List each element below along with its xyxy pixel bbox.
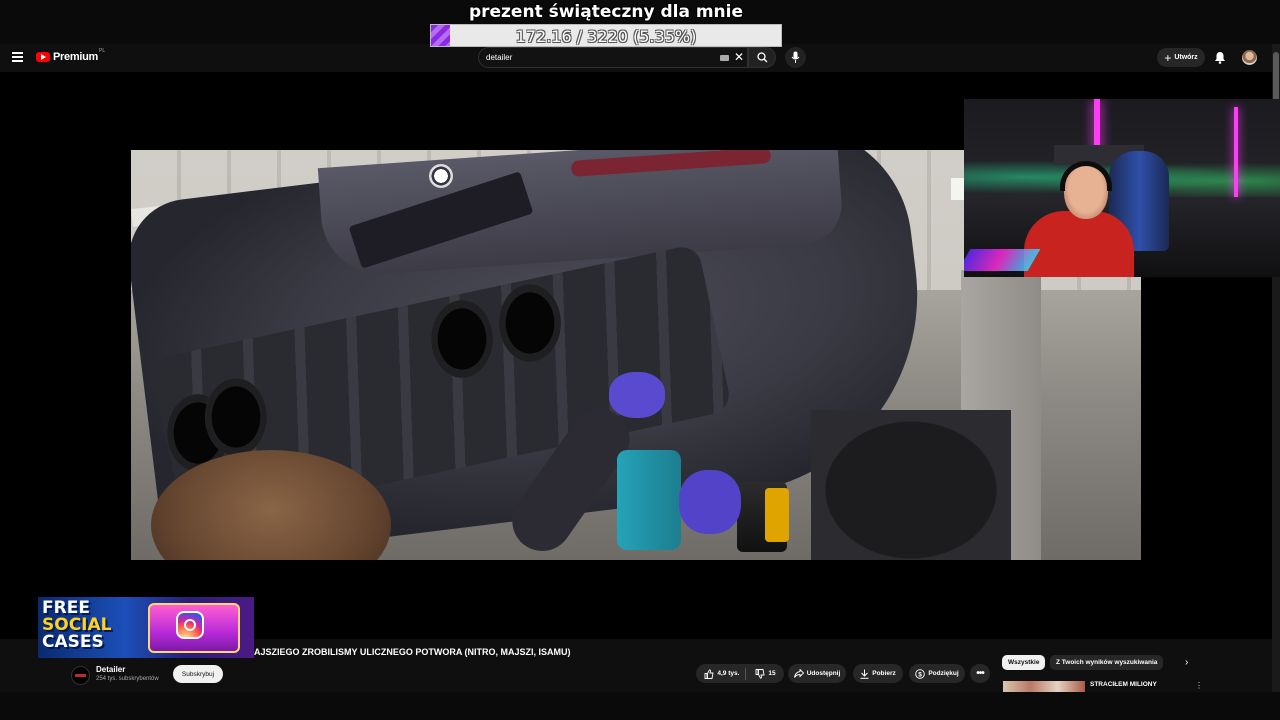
search-button[interactable] (748, 47, 776, 68)
like-dislike-group: 4,9 tys. 15 (696, 664, 784, 683)
neon-light (1234, 107, 1238, 197)
plus-icon: + (1164, 50, 1172, 65)
share-icon (793, 669, 804, 678)
streamer-webcam (964, 99, 1280, 277)
create-label: Utwórz (1174, 54, 1198, 61)
exhaust-pipe (499, 284, 561, 362)
subscriber-count: 254 tys. subskrybentów (96, 676, 159, 682)
keyboard-icon[interactable] (720, 55, 729, 61)
screen: prezent świąteczny dla mnie 172.16 / 322… (0, 0, 1280, 720)
logo-text: Premium (53, 51, 98, 63)
logo-region: PL (98, 48, 106, 54)
menu-icon[interactable] (12, 52, 23, 62)
download-icon (860, 669, 869, 679)
chip-from-search[interactable]: Z Twoich wyników wyszukiwania (1050, 655, 1164, 670)
instagram-icon (176, 611, 204, 639)
recommended-title[interactable]: STRACIŁEM MILIONY (1090, 681, 1157, 688)
ad-banner[interactable]: FREE SOCIAL CASES (38, 597, 254, 658)
mic-icon (791, 51, 800, 63)
goal-progress-text: 172.16 / 3220 (5.35%) (515, 27, 697, 46)
search-box: ✕ (478, 47, 748, 68)
goal-progress-bar: 172.16 / 3220 (5.35%) (430, 24, 782, 47)
exhaust-pipe (205, 378, 267, 456)
chip-all[interactable]: Wszystkie (1002, 655, 1046, 670)
youtube-premium-logo[interactable]: Premium PL (36, 48, 106, 63)
dislike-count: 15 (768, 670, 776, 677)
download-label: Pobierz (872, 670, 896, 677)
ad-line-3: CASES (42, 632, 104, 652)
youtube-play-icon (36, 52, 50, 62)
clear-search-icon[interactable]: ✕ (734, 50, 744, 64)
super-thanks-icon: $ (915, 668, 926, 679)
gloved-hand (609, 372, 665, 418)
create-button[interactable]: + Utwórz (1157, 48, 1205, 67)
top-bar: Premium PL ✕ + Utwórz (0, 44, 1272, 72)
search-icon (757, 52, 768, 63)
impact-wrench (617, 450, 681, 550)
rgb-keyboard (964, 249, 1041, 271)
more-actions-button[interactable]: ••• (970, 664, 990, 683)
voice-search-button[interactable] (785, 47, 806, 68)
share-label: Udostępnij (806, 670, 841, 677)
share-button[interactable]: Udostępnij (788, 664, 846, 683)
dislike-button[interactable]: 15 (749, 668, 776, 679)
search-input[interactable] (486, 51, 706, 64)
channel-avatar[interactable] (71, 666, 90, 685)
thumbs-up-icon (704, 668, 714, 679)
avatar[interactable] (1242, 50, 1257, 65)
recommended-menu-icon[interactable]: ⋮ (1195, 681, 1203, 690)
recommended-thumbnail[interactable] (1003, 681, 1085, 692)
like-count: 4,9 tys. (717, 670, 740, 677)
goal-title: prezent świąteczny dla mnie (468, 2, 744, 22)
streamer-body (1024, 211, 1134, 277)
thanks-button[interactable]: $ Podziękuj (909, 664, 965, 683)
thumbs-down-icon (755, 668, 765, 679)
video-title: AJSZIEGO ZROBILISMY ULICZNEGO POTWORA (N… (254, 647, 571, 657)
impact-wrench-battery (765, 488, 789, 542)
download-button[interactable]: Pobierz (853, 664, 903, 683)
ad-text: FREE SOCIAL CASES (42, 600, 112, 651)
exhaust-pipe (431, 300, 493, 378)
bell-icon[interactable] (1214, 51, 1226, 64)
gloved-hand (679, 470, 741, 534)
subscribe-button[interactable]: Subskrybuj (173, 665, 223, 683)
thanks-label: Podziękuj (928, 670, 959, 677)
chevron-right-icon[interactable]: › (1185, 657, 1188, 668)
svg-text:$: $ (919, 671, 923, 678)
car-badge (429, 164, 453, 188)
channel-name[interactable]: Detailer (96, 665, 125, 674)
like-button[interactable]: 4,9 tys. (704, 667, 747, 680)
car-wheel (811, 410, 1011, 560)
